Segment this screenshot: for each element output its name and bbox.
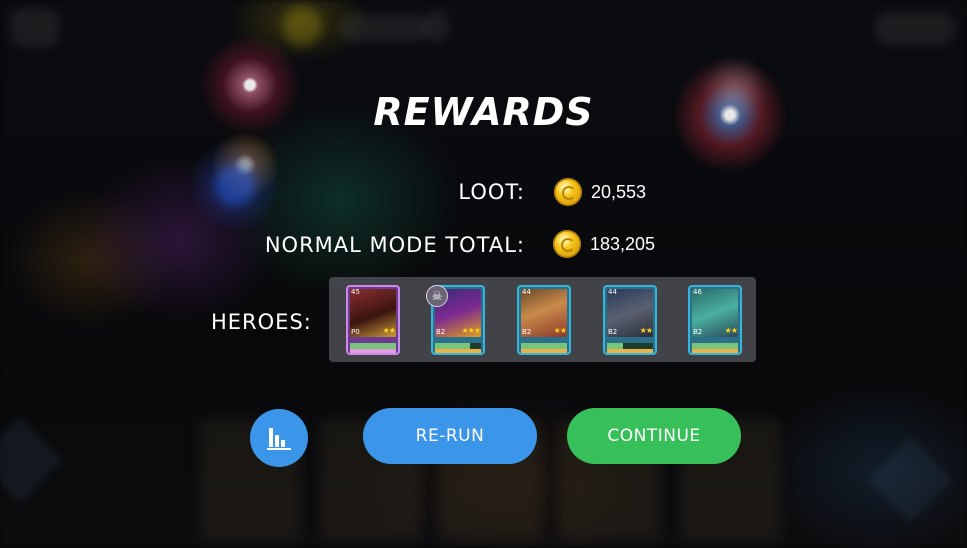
heroes-panel: 45 P0 ★★ B2 ★★★ 44 B2 ★★ 44 B2 ★★ 46 B2 … (329, 277, 756, 362)
gold-coin-icon (553, 230, 581, 258)
bar-chart-icon (267, 428, 291, 450)
hero-rank: B2 (693, 328, 703, 336)
hero-rarity-bar (435, 349, 481, 353)
star-icon: ★★ (382, 326, 396, 335)
hero-level: 44 (522, 288, 531, 296)
hero-level: 45 (351, 288, 360, 296)
hero-rank: B2 (608, 328, 618, 336)
hero-card[interactable]: 45 P0 ★★ (346, 285, 400, 355)
skull-icon: ☠ (426, 285, 448, 307)
star-icon: ★★★ (461, 326, 480, 335)
continue-button[interactable]: CONTINUE (567, 408, 741, 464)
loot-value: 20,553 (591, 182, 647, 202)
star-icon: ★★ (639, 326, 653, 335)
hero-rank: B2 (522, 328, 532, 336)
gold-coin-icon (554, 178, 582, 206)
heroes-label: HEROES: (211, 310, 312, 334)
hero-card[interactable]: 46 B2 ★★ (688, 285, 742, 355)
hero-rarity-bar (521, 349, 567, 353)
hero-card[interactable]: 44 B2 ★★ (517, 285, 571, 355)
normal-mode-total-value: 183,205 (590, 234, 656, 254)
loot-label: LOOT: (458, 180, 525, 204)
hero-level: 44 (608, 288, 617, 296)
hero-card[interactable]: 44 B2 ★★ (603, 285, 657, 355)
blurred-hud-icon (425, 10, 449, 44)
star-icon: ★★ (724, 326, 738, 335)
hero-rarity-bar (607, 349, 653, 353)
blurred-hud-icon (282, 6, 322, 46)
rerun-button[interactable]: RE-RUN (363, 408, 537, 464)
rewards-title: REWARDS (373, 90, 594, 134)
normal-mode-total-label: NORMAL MODE TOTAL: (264, 233, 525, 257)
hero-rarity-bar (350, 349, 396, 353)
hero-rarity-bar (692, 349, 738, 353)
hero-level: 46 (693, 288, 702, 296)
blurred-hud-icon (340, 14, 430, 42)
firework-burst (185, 140, 285, 230)
stats-button[interactable] (250, 409, 308, 467)
star-icon: ★★ (553, 326, 567, 335)
hero-rank: P0 (351, 328, 360, 336)
blurred-hud-icon (875, 12, 955, 46)
blurred-hud-icon (10, 8, 60, 48)
hero-rank: B2 (436, 328, 446, 336)
